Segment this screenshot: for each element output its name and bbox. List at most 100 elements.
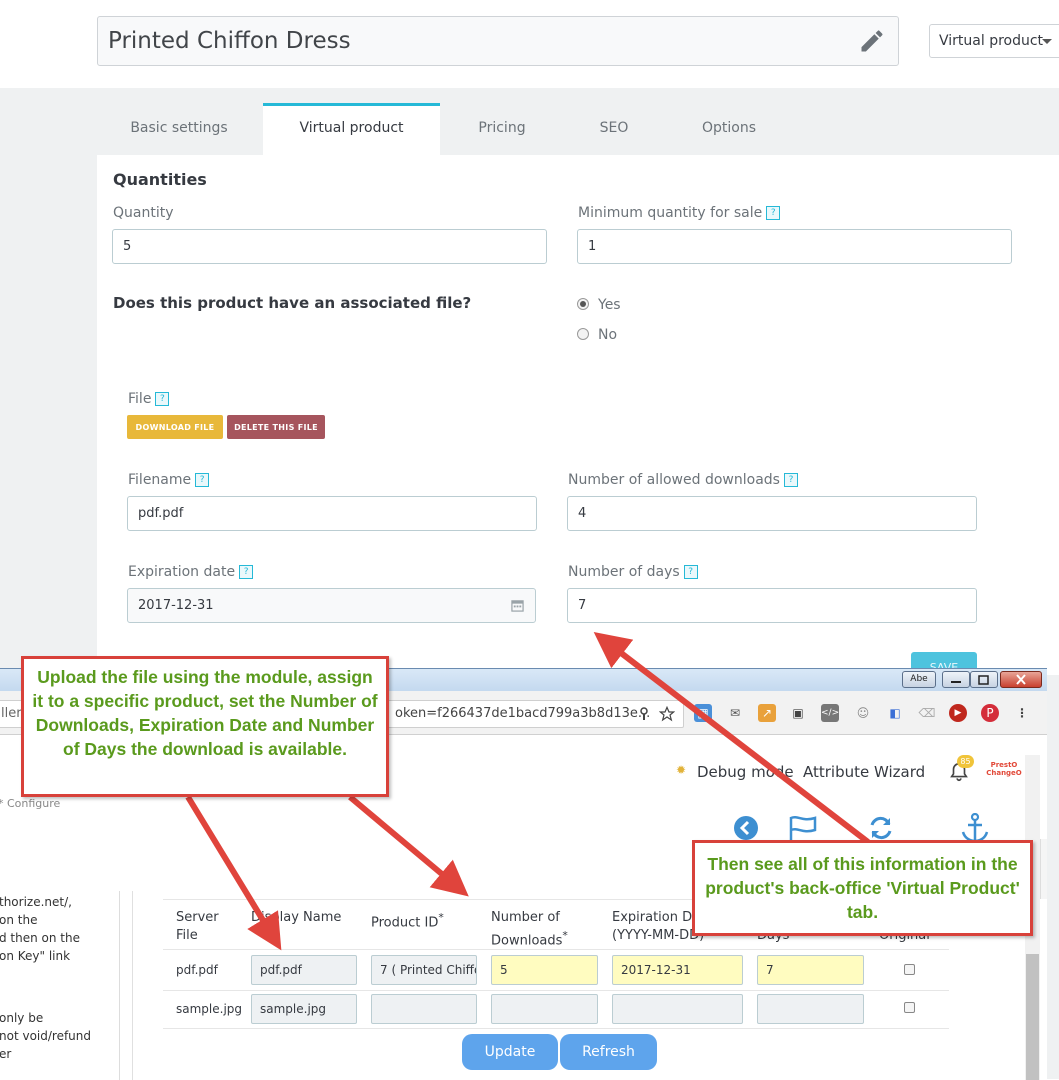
menu-dots-icon[interactable]: ⋮ <box>1013 704 1031 722</box>
tab-label: Virtual product <box>299 120 404 136</box>
cell-server-file: sample.jpg <box>176 1002 243 1016</box>
file-label-text: File <box>128 391 152 407</box>
required-mark: * <box>562 929 568 942</box>
display-name-input[interactable]: pdf.pdf <box>251 955 357 985</box>
address-bar-url: oken=f266437de1bacd799a3b8d13e... <box>395 706 651 721</box>
expiration-date-value: 2017-12-31 <box>138 598 214 613</box>
help-icon[interactable]: ? <box>155 392 170 406</box>
product-type-value: Virtual product <box>939 33 1044 49</box>
callout-upload-instructions: Upload the file using the module, assign… <box>21 656 389 797</box>
product-id-value: 7 ( Printed Chiffon Dress ) <box>380 963 476 977</box>
mail-icon[interactable]: ✉ <box>726 704 744 722</box>
tab-label: SEO <box>599 120 629 136</box>
allowed-downloads-label: Number of allowed downloads? <box>568 472 798 488</box>
radio-no-label: No <box>598 327 618 343</box>
refresh-button[interactable]: Refresh <box>560 1034 657 1070</box>
help-icon[interactable]: ? <box>195 473 210 487</box>
head-icon[interactable]: ☺ <box>854 704 872 722</box>
pinterest-icon[interactable]: P <box>981 704 999 722</box>
product-type-select[interactable]: Virtual product <box>929 24 1059 58</box>
flag-icon[interactable] <box>788 815 818 841</box>
min-quantity-label-text: Minimum quantity for sale <box>578 205 763 221</box>
translate-icon[interactable]: ◧ <box>886 704 904 722</box>
scrollbar-thumb[interactable] <box>1026 954 1039 1080</box>
header-number-of-downloads: Number of Downloads* <box>491 909 591 950</box>
tab-options[interactable]: Options <box>672 103 786 155</box>
tab-basic-settings[interactable]: Basic settings <box>97 103 261 155</box>
product-name-text: Printed Chiffon Dress <box>108 28 351 54</box>
downloads-input[interactable]: 5 <box>491 955 598 985</box>
puzzle-icon[interactable]: ▣ <box>789 704 807 722</box>
code-icon[interactable]: </> <box>821 704 839 722</box>
min-quantity-value: 1 <box>588 239 597 254</box>
days-value: 7 <box>766 963 774 977</box>
anchor-icon[interactable] <box>959 813 991 843</box>
allowed-downloads-input[interactable]: 4 <box>567 496 977 531</box>
product-id-input[interactable]: 7 ( Printed Chiffon Dress ) <box>371 955 477 985</box>
extension-icon-1[interactable]: ▦ <box>694 704 712 722</box>
back-arrow-icon[interactable] <box>733 815 759 841</box>
number-of-days-value: 7 <box>578 598 587 613</box>
min-quantity-input[interactable]: 1 <box>577 229 1012 264</box>
expiration-input[interactable] <box>612 994 743 1024</box>
expiration-value: 2017-12-31 <box>621 963 691 977</box>
minimize-button[interactable] <box>942 671 970 688</box>
sidebar-help-text: thorize.net/, on the d then on the on Ke… <box>0 891 120 1080</box>
quantity-input[interactable]: 5 <box>112 229 547 264</box>
pencil-icon[interactable] <box>858 27 886 55</box>
filename-input[interactable]: pdf.pdf <box>127 496 537 531</box>
debug-mode-link[interactable]: Debug mode <box>697 763 794 781</box>
help-icon[interactable]: ? <box>683 565 698 579</box>
expiration-input[interactable]: 2017-12-31 <box>612 955 743 985</box>
display-name-input[interactable]: sample.jpg <box>251 994 357 1024</box>
number-of-days-input[interactable]: 7 <box>567 588 977 623</box>
product-name-input[interactable]: Printed Chiffon Dress <box>97 16 899 66</box>
update-button[interactable]: Update <box>462 1034 558 1070</box>
sidebar-line: not void/refund <box>0 1029 92 1043</box>
help-icon[interactable]: ? <box>783 473 798 487</box>
minimize-icon <box>951 681 961 683</box>
header-display-name: Display Name <box>251 910 342 925</box>
expiration-date-label: Expiration date? <box>128 564 254 580</box>
tab-pricing[interactable]: Pricing <box>450 103 554 155</box>
product-id-input[interactable] <box>371 994 477 1024</box>
radio-yes[interactable] <box>577 298 589 310</box>
quantity-label: Quantity <box>113 205 174 221</box>
eraser-icon[interactable]: ⌫ <box>918 704 936 722</box>
help-icon[interactable]: ? <box>766 206 781 220</box>
attribute-wizard-link[interactable]: Attribute Wizard <box>803 763 925 781</box>
tab-seo[interactable]: SEO <box>572 103 656 155</box>
number-of-days-label: Number of days? <box>568 564 698 580</box>
play-icon[interactable]: ▶ <box>949 704 967 722</box>
original-checkbox[interactable] <box>904 964 915 975</box>
tab-virtual-product[interactable]: Virtual product <box>263 103 440 155</box>
days-input[interactable]: 7 <box>757 955 864 985</box>
key-icon[interactable] <box>637 707 651 721</box>
star-icon[interactable] <box>659 706 675 722</box>
radio-yes-label: Yes <box>598 297 621 313</box>
header-server-file: Server File <box>176 910 219 943</box>
refresh-icon[interactable] <box>867 815 895 841</box>
allowed-downloads-label-text: Number of allowed downloads <box>568 472 780 488</box>
display-name-value: sample.jpg <box>260 1002 327 1016</box>
downloads-input[interactable] <box>491 994 598 1024</box>
chart-extension-icon[interactable]: ↗ <box>758 704 776 722</box>
help-icon[interactable]: ? <box>239 565 254 579</box>
expiration-date-label-text: Expiration date <box>128 564 236 580</box>
configure-breadcrumb[interactable]: * Configure <box>0 797 60 810</box>
user-badge[interactable]: Abe <box>902 671 936 688</box>
expiration-date-input[interactable]: 2017-12-31 <box>127 588 536 623</box>
original-checkbox[interactable] <box>904 1002 915 1013</box>
cell-server-file: pdf.pdf <box>176 963 218 977</box>
restore-button[interactable] <box>970 671 998 688</box>
download-file-button[interactable]: DOWNLOAD FILE <box>127 415 223 439</box>
calendar-icon[interactable] <box>511 599 524 612</box>
days-input[interactable] <box>757 994 864 1024</box>
divider <box>163 1028 949 1029</box>
sidebar-line: on Key" link <box>0 949 71 963</box>
close-button[interactable] <box>1000 671 1042 688</box>
tab-label: Pricing <box>478 120 526 136</box>
radio-no[interactable] <box>577 328 589 340</box>
delete-file-button[interactable]: DELETE THIS FILE <box>227 415 325 439</box>
filename-label-text: Filename <box>128 472 192 488</box>
